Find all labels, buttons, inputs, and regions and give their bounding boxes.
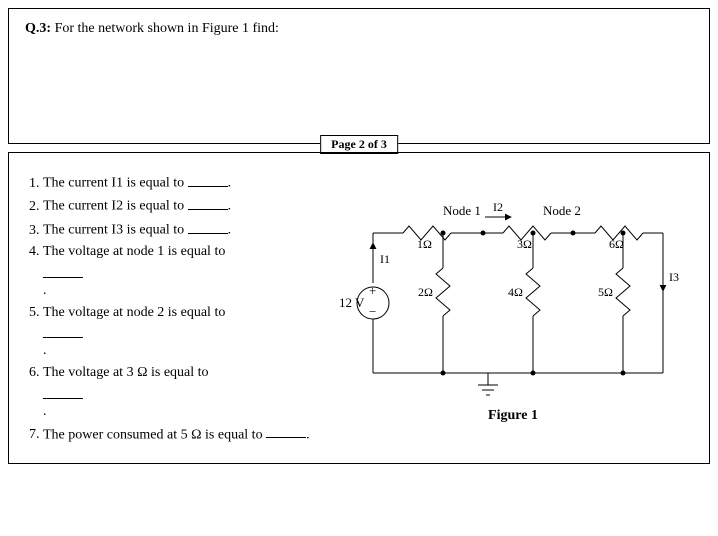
question-list-container: The current I1 is equal to . The current… xyxy=(25,173,333,448)
resistor-icon xyxy=(616,268,630,316)
question-box-bottom: The current I1 is equal to . The current… xyxy=(8,152,710,464)
item-text: The voltage at 3 Ω is equal to xyxy=(43,365,209,380)
item-text: The voltage at node 1 is equal to xyxy=(43,244,225,259)
blank-field xyxy=(43,325,83,339)
item-text: The current I2 is equal to xyxy=(43,199,188,214)
r-1ohm-label: 1Ω xyxy=(417,237,432,251)
i1-label: I1 xyxy=(380,252,390,266)
item-text: The current I1 is equal to xyxy=(43,176,188,191)
list-item: The power consumed at 5 Ω is equal to . xyxy=(43,425,323,445)
list-item: The voltage at node 1 is equal to . xyxy=(43,243,323,300)
list-item: The current I2 is equal to . xyxy=(43,196,323,216)
resistor-icon xyxy=(436,268,450,316)
blank-field xyxy=(43,264,83,278)
source-label: 12 V xyxy=(339,295,365,310)
r-3ohm-label: 3Ω xyxy=(517,237,532,251)
question-number: Q.3: xyxy=(25,21,51,36)
question-text: For the network shown in Figure 1 find: xyxy=(55,21,279,36)
circuit-container: + − 12 V I1 1Ω Node 1 I2 3Ω Node 2 xyxy=(333,173,693,424)
list-item: The voltage at 3 Ω is equal to . xyxy=(43,364,323,421)
item-text: The power consumed at 5 Ω is equal to xyxy=(43,427,266,442)
node2-label: Node 2 xyxy=(543,203,581,218)
source-minus: − xyxy=(369,304,376,319)
item-text: The current I3 is equal to xyxy=(43,223,188,238)
blank-field xyxy=(43,385,83,399)
question-box-top: Q.3: For the network shown in Figure 1 f… xyxy=(8,8,710,144)
list-item: The current I1 is equal to . xyxy=(43,173,323,193)
r-2ohm-label: 2Ω xyxy=(418,285,433,299)
list-item: The voltage at node 2 is equal to . xyxy=(43,304,323,361)
blank-field xyxy=(188,220,228,234)
blank-field xyxy=(266,425,306,439)
source-plus: + xyxy=(369,283,376,298)
r-6ohm-label: 6Ω xyxy=(609,237,624,251)
blank-field xyxy=(188,196,228,210)
question-list: The current I1 is equal to . The current… xyxy=(43,173,323,445)
r-4ohm-label: 4Ω xyxy=(508,285,523,299)
blank-field xyxy=(188,173,228,187)
item-text: The voltage at node 2 is equal to xyxy=(43,305,225,320)
node1-label: Node 1 xyxy=(443,203,481,218)
resistor-icon xyxy=(526,268,540,316)
i2-label: I2 xyxy=(493,200,503,214)
list-item: The current I3 is equal to . xyxy=(43,220,323,240)
r-5ohm-label: 5Ω xyxy=(598,285,613,299)
i3-label: I3 xyxy=(669,270,679,284)
circuit-diagram: + − 12 V I1 1Ω Node 1 I2 3Ω Node 2 xyxy=(333,173,693,413)
